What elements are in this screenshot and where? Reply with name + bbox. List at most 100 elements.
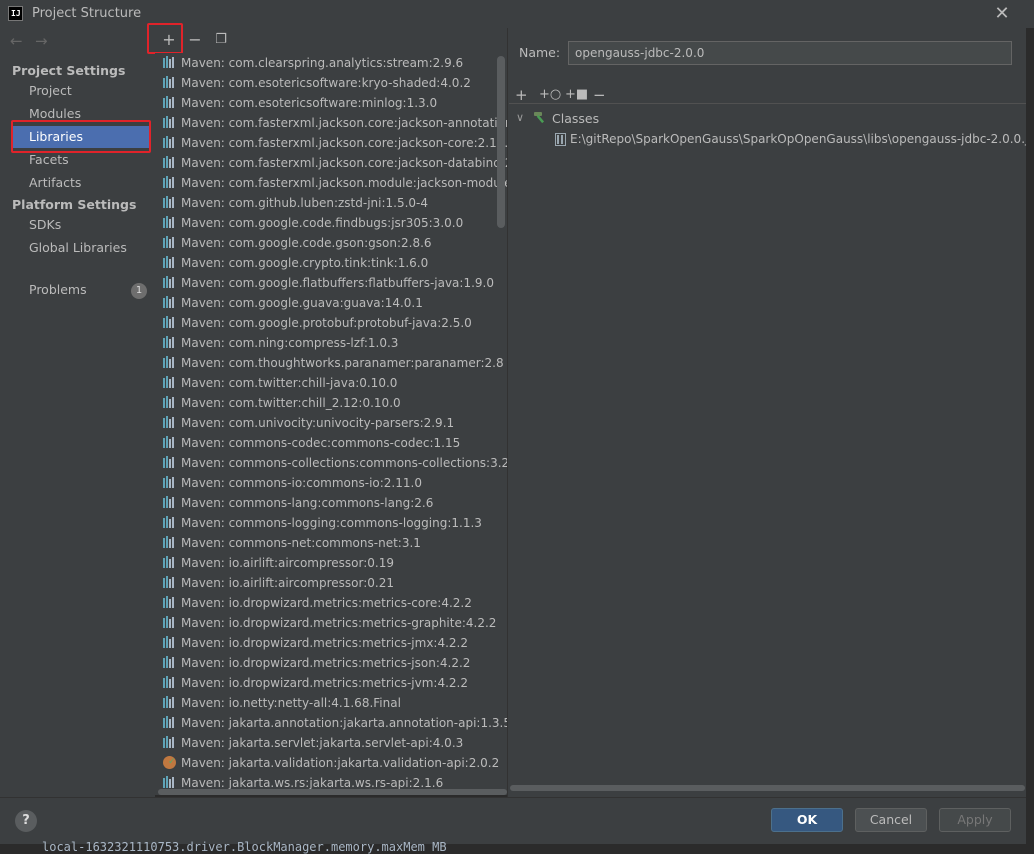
platform-settings-header: Platform Settings — [12, 197, 137, 212]
library-icon — [163, 716, 176, 728]
library-name: Maven: io.dropwizard.metrics:metrics-gra… — [181, 616, 497, 630]
library-name: Maven: com.github.luben:zstd-jni:1.5.0-4 — [181, 196, 429, 210]
close-icon[interactable]: ✕ — [992, 4, 1012, 24]
library-list-item[interactable]: Maven: com.ning:compress-lzf:1.0.3 — [155, 333, 508, 353]
library-list-item[interactable]: Maven: com.github.luben:zstd-jni:1.5.0-4 — [155, 193, 508, 213]
library-name: Maven: jakarta.annotation:jakarta.annota… — [181, 716, 508, 730]
library-name: Maven: jakarta.validation:jakarta.valida… — [181, 756, 500, 770]
library-list-item[interactable]: Maven: com.fasterxml.jackson.core:jackso… — [155, 113, 508, 133]
library-list-item[interactable]: Maven: jakarta.validation:jakarta.valida… — [155, 753, 508, 773]
help-button[interactable]: ? — [15, 810, 37, 832]
library-list-item[interactable]: Maven: io.dropwizard.metrics:metrics-cor… — [155, 593, 508, 613]
library-icon — [163, 416, 176, 428]
library-list-item[interactable]: Maven: io.airlift:aircompressor:0.19 — [155, 553, 508, 573]
library-icon — [163, 556, 176, 568]
library-list-item[interactable]: Maven: com.google.protobuf:protobuf-java… — [155, 313, 508, 333]
library-name: Maven: io.dropwizard.metrics:metrics-jmx… — [181, 636, 468, 650]
library-list-item[interactable]: Maven: io.dropwizard.metrics:metrics-jmx… — [155, 633, 508, 653]
library-icon — [163, 176, 176, 188]
library-list-item[interactable]: Maven: com.univocity:univocity-parsers:2… — [155, 413, 508, 433]
back-arrow-icon[interactable]: ← — [10, 32, 23, 50]
library-icon — [163, 116, 176, 128]
library-icon — [163, 456, 176, 468]
library-name: Maven: com.google.code.findbugs:jsr305:3… — [181, 216, 464, 230]
library-icon — [163, 136, 176, 148]
library-list-item[interactable]: Maven: commons-io:commons-io:2.11.0 — [155, 473, 508, 493]
library-list-item[interactable]: Maven: com.clearspring.analytics:stream:… — [155, 53, 508, 73]
library-list-item[interactable]: Maven: com.google.code.findbugs:jsr305:3… — [155, 213, 508, 233]
library-icon — [163, 696, 176, 708]
library-list-item[interactable]: Maven: com.fasterxml.jackson.core:jackso… — [155, 153, 508, 173]
library-list-item[interactable]: Maven: commons-logging:commons-logging:1… — [155, 513, 508, 533]
library-list-item[interactable]: Maven: com.fasterxml.jackson.module:jack… — [155, 173, 508, 193]
apply-button[interactable]: Apply — [939, 808, 1011, 832]
add-special-root-button[interactable]: +○ — [539, 86, 561, 104]
add-button-annotation-box — [147, 23, 183, 54]
library-list-item[interactable]: Maven: io.airlift:aircompressor:0.21 — [155, 573, 508, 593]
library-icon — [163, 516, 176, 528]
copy-library-button[interactable]: ❐ — [212, 31, 230, 49]
library-name: Maven: io.dropwizard.metrics:metrics-jso… — [181, 656, 471, 670]
hammer-icon — [534, 112, 545, 124]
classes-tree-node[interactable]: Classes — [552, 111, 599, 126]
library-name: Maven: com.esotericsoftware:kryo-shaded:… — [181, 76, 471, 90]
sidebar-item-global-libraries[interactable]: Global Libraries — [13, 237, 150, 259]
library-icon — [163, 336, 176, 348]
detail-horizontal-scrollbar[interactable] — [510, 785, 1025, 791]
library-icon — [163, 76, 176, 88]
forward-arrow-icon[interactable]: → — [35, 32, 48, 50]
sidebar-item-sdks[interactable]: SDKs — [13, 214, 150, 236]
library-list-item[interactable]: Maven: jakarta.servlet:jakarta.servlet-a… — [155, 733, 508, 753]
library-icon — [163, 96, 176, 108]
remove-library-button[interactable]: − — [186, 31, 204, 49]
add-alternative-root-button[interactable]: +■ — [565, 86, 588, 104]
library-list-item[interactable]: Maven: io.dropwizard.metrics:metrics-jso… — [155, 653, 508, 673]
library-list-item[interactable]: Maven: io.dropwizard.metrics:metrics-gra… — [155, 613, 508, 633]
remove-root-button[interactable]: − — [593, 86, 606, 104]
library-list-item[interactable]: Maven: com.fasterxml.jackson.core:jackso… — [155, 133, 508, 153]
library-name: Maven: io.netty:netty-all:4.1.68.Final — [181, 696, 401, 710]
library-list[interactable]: Maven: com.clearspring.analytics:stream:… — [155, 53, 508, 795]
library-list-item[interactable]: Maven: com.twitter:chill_2.12:0.10.0 — [155, 393, 508, 413]
library-icon — [163, 436, 176, 448]
library-icon — [163, 636, 176, 648]
library-name: Maven: com.google.flatbuffers:flatbuffer… — [181, 276, 494, 290]
library-list-item[interactable]: Maven: com.google.code.gson:gson:2.8.6 — [155, 233, 508, 253]
library-list-item[interactable]: Maven: commons-collections:commons-colle… — [155, 453, 508, 473]
background-terminal-text: local-1632321110753.driver.BlockManager.… — [42, 840, 447, 854]
library-list-item[interactable]: Maven: io.netty:netty-all:4.1.68.Final — [155, 693, 508, 713]
toolbar-separator — [509, 103, 1026, 104]
library-icon — [163, 316, 176, 328]
library-name: Maven: jakarta.servlet:jakarta.servlet-a… — [181, 736, 464, 750]
library-icon — [163, 576, 176, 588]
ok-button[interactable]: OK — [771, 808, 843, 832]
library-list-item[interactable]: Maven: com.twitter:chill-java:0.10.0 — [155, 373, 508, 393]
library-list-item[interactable]: Maven: io.dropwizard.metrics:metrics-jvm… — [155, 673, 508, 693]
cancel-button[interactable]: Cancel — [855, 808, 927, 832]
library-list-item[interactable]: Maven: com.google.guava:guava:14.0.1 — [155, 293, 508, 313]
library-name: Maven: com.fasterxml.jackson.core:jackso… — [181, 116, 508, 130]
library-list-item[interactable]: Maven: commons-net:commons-net:3.1 — [155, 533, 508, 553]
library-list-item[interactable]: Maven: jakarta.annotation:jakarta.annota… — [155, 713, 508, 733]
intellij-app-icon: IJ — [8, 6, 23, 21]
jar-path-tree-node[interactable]: E:\gitRepo\SparkOpenGauss\SparkOpOpenGau… — [570, 132, 1026, 146]
sidebar-item-artifacts[interactable]: Artifacts — [13, 172, 150, 194]
sidebar-item-facets[interactable]: Facets — [13, 149, 150, 171]
library-list-item[interactable]: Maven: commons-codec:commons-codec:1.15 — [155, 433, 508, 453]
name-label: Name: — [519, 45, 561, 60]
library-list-item[interactable]: Maven: com.google.crypto.tink:tink:1.6.0 — [155, 253, 508, 273]
list-vertical-scrollbar[interactable] — [497, 56, 505, 228]
library-list-item[interactable]: Maven: com.thoughtworks.paranamer:parana… — [155, 353, 508, 373]
library-list-item[interactable]: Maven: com.esotericsoftware:kryo-shaded:… — [155, 73, 508, 93]
sidebar-item-project[interactable]: Project — [13, 80, 150, 102]
library-list-item[interactable]: Maven: com.esotericsoftware:minlog:1.3.0 — [155, 93, 508, 113]
list-horizontal-scrollbar[interactable] — [158, 789, 507, 795]
library-name: Maven: com.esotericsoftware:minlog:1.3.0 — [181, 96, 438, 110]
sidebar-item-problems[interactable]: Problems — [13, 279, 150, 301]
library-list-item[interactable]: Maven: commons-lang:commons-lang:2.6 — [155, 493, 508, 513]
library-name: Maven: com.fasterxml.jackson.core:jackso… — [181, 136, 508, 150]
library-name-input[interactable] — [568, 41, 1012, 65]
chevron-down-icon[interactable]: ∨ — [516, 111, 524, 124]
library-list-item[interactable]: Maven: com.google.flatbuffers:flatbuffer… — [155, 273, 508, 293]
add-root-button[interactable]: + — [515, 86, 528, 104]
